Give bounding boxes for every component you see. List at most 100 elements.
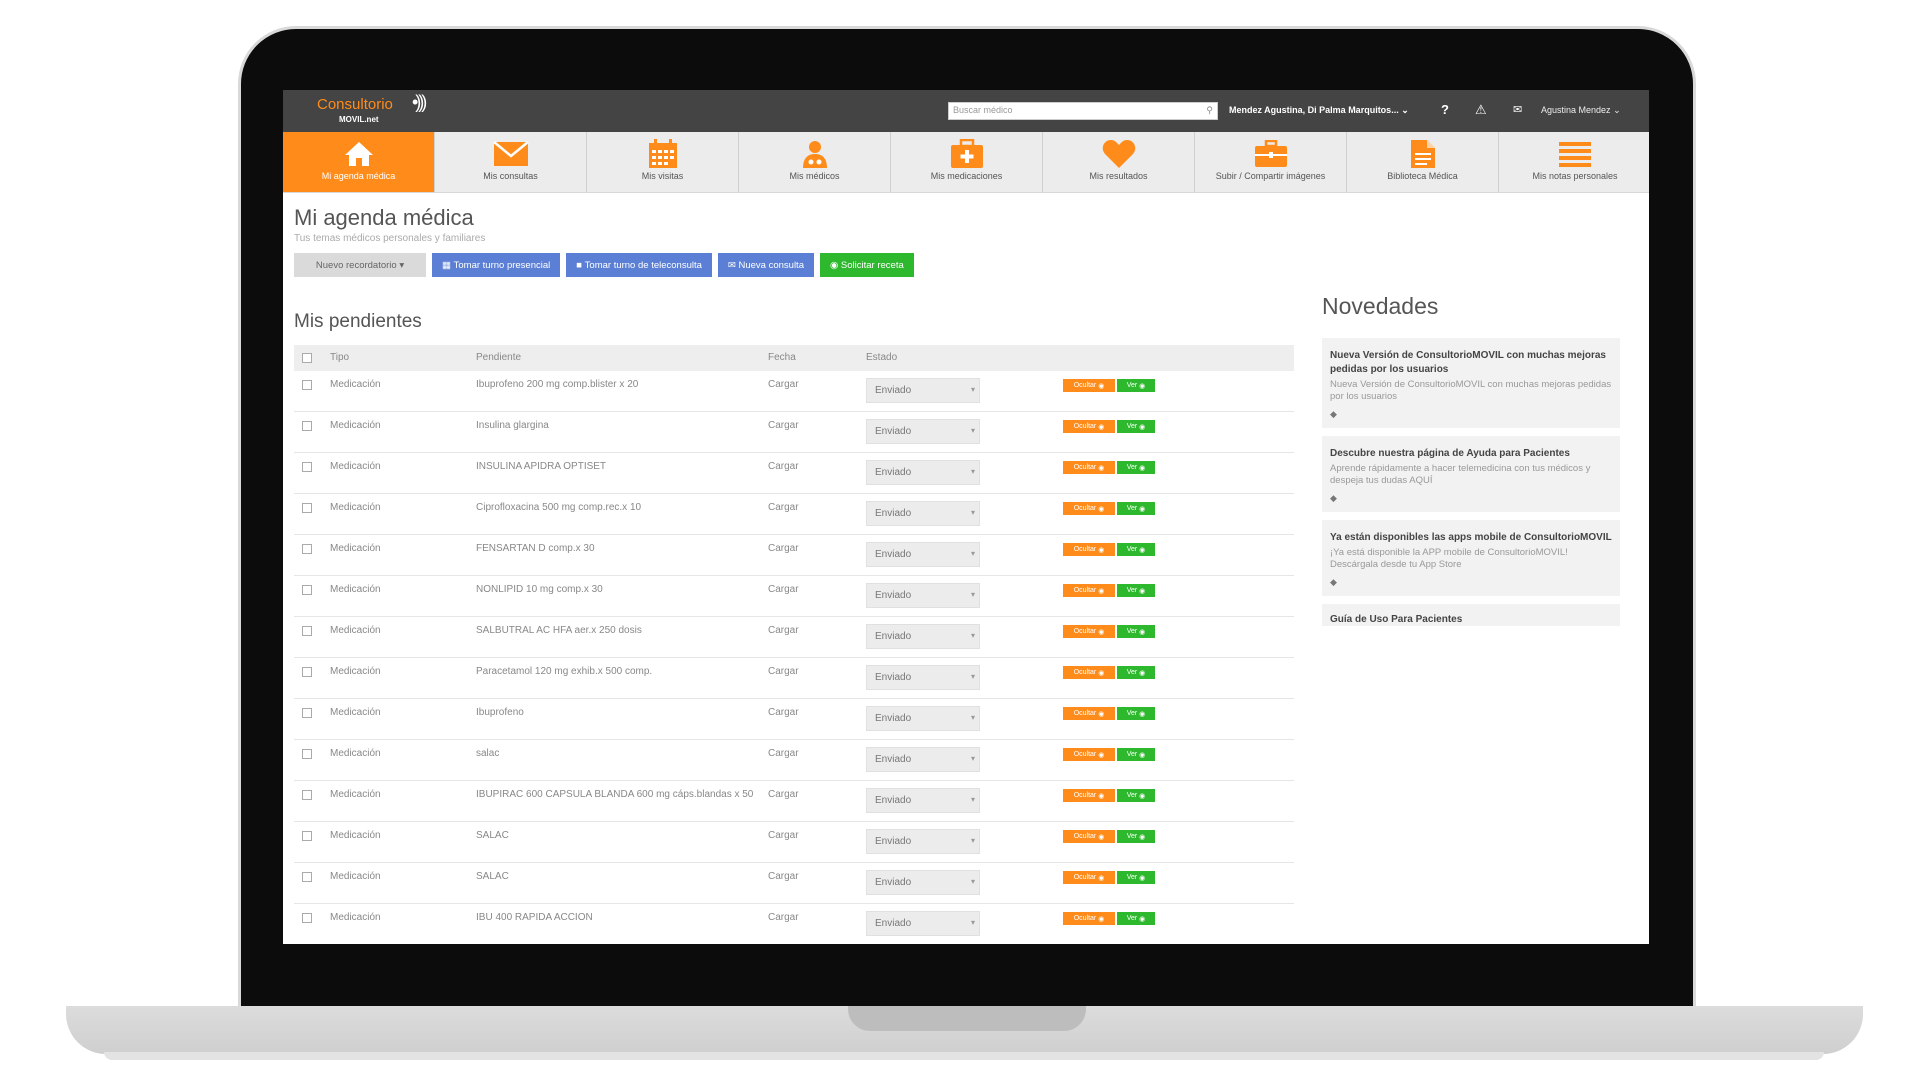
cell-fecha-link[interactable]: Cargar [768, 379, 799, 390]
cell-fecha-link[interactable]: Cargar [768, 707, 799, 718]
book-presencial-button[interactable]: ▦ Tomar turno presencial [432, 253, 561, 277]
cell-fecha-link[interactable]: Cargar [768, 666, 799, 677]
nav-item-visitas[interactable]: Mis visitas [587, 132, 739, 192]
hide-button[interactable]: Ocultar ◉ [1063, 789, 1115, 802]
view-button[interactable]: Ver ◉ [1117, 584, 1155, 597]
row-checkbox[interactable] [302, 626, 312, 636]
nav-item-imagenes[interactable]: Subir / Compartir imágenes [1195, 132, 1347, 192]
help-button[interactable]: ? [1441, 102, 1449, 117]
news-card[interactable]: Ya están disponibles las apps mobile de … [1322, 520, 1620, 596]
row-checkbox[interactable] [302, 749, 312, 759]
hide-button[interactable]: Ocultar ◉ [1063, 912, 1115, 925]
news-card-title[interactable]: Guía de Uso Para Pacientes [1330, 614, 1462, 625]
user-menu[interactable]: Agustina Mendez ⌄ [1541, 105, 1621, 116]
estado-select[interactable]: Enviado ▾ [866, 378, 980, 403]
news-card-title[interactable]: Descubre nuestra página de Ayuda para Pa… [1330, 447, 1612, 461]
view-button[interactable]: Ver ◉ [1117, 420, 1155, 433]
hide-button[interactable]: Ocultar ◉ [1063, 461, 1115, 474]
row-checkbox[interactable] [302, 503, 312, 513]
cell-fecha-link[interactable]: Cargar [768, 584, 799, 595]
estado-select[interactable]: Enviado ▾ [866, 665, 980, 690]
cell-fecha-link[interactable]: Cargar [768, 625, 799, 636]
search-input[interactable]: Buscar médico ⚲ [948, 102, 1218, 120]
estado-select[interactable]: Enviado ▾ [866, 501, 980, 526]
request-prescription-button[interactable]: ◉ Solicitar receta [819, 253, 914, 277]
cell-fecha-link[interactable]: Cargar [768, 543, 799, 554]
nav-item-agenda[interactable]: Mi agenda médica [283, 132, 435, 192]
estado-select[interactable]: Enviado ▾ [866, 870, 980, 895]
row-checkbox[interactable] [302, 831, 312, 841]
hide-button[interactable]: Ocultar ◉ [1063, 543, 1115, 556]
view-button[interactable]: Ver ◉ [1117, 748, 1155, 761]
view-button[interactable]: Ver ◉ [1117, 666, 1155, 679]
warning-icon[interactable]: ⚠ [1475, 102, 1487, 118]
logo[interactable]: Consultorio •))) MOVIL.net [317, 93, 427, 127]
nav-item-notas[interactable]: Mis notas personales [1499, 132, 1649, 192]
view-button[interactable]: Ver ◉ [1117, 707, 1155, 720]
row-checkbox[interactable] [302, 544, 312, 554]
view-button[interactable]: Ver ◉ [1117, 789, 1155, 802]
estado-select[interactable]: Enviado ▾ [866, 419, 980, 444]
estado-select[interactable]: Enviado ▾ [866, 829, 980, 854]
news-card[interactable]: Nueva Versión de ConsultorioMOVIL con mu… [1322, 338, 1620, 428]
book-teleconsulta-button[interactable]: ■ Tomar turno de teleconsulta [566, 253, 712, 277]
row-checkbox[interactable] [302, 421, 312, 431]
select-all-checkbox[interactable] [302, 353, 312, 363]
news-card-title[interactable]: Nueva Versión de ConsultorioMOVIL con mu… [1330, 349, 1612, 377]
hide-button[interactable]: Ocultar ◉ [1063, 379, 1115, 392]
nav-item-medicaciones[interactable]: Mis medicaciones [891, 132, 1043, 192]
hide-button[interactable]: Ocultar ◉ [1063, 666, 1115, 679]
estado-select[interactable]: Enviado ▾ [866, 460, 980, 485]
cell-fecha-link[interactable]: Cargar [768, 871, 799, 882]
view-button[interactable]: Ver ◉ [1117, 543, 1155, 556]
estado-select[interactable]: Enviado ▾ [866, 542, 980, 567]
hide-button[interactable]: Ocultar ◉ [1063, 584, 1115, 597]
row-checkbox[interactable] [302, 585, 312, 595]
search-icon[interactable]: ⚲ [1206, 105, 1213, 116]
new-reminder-button[interactable]: Nuevo recordatorio ▾ [294, 253, 426, 277]
hide-button[interactable]: Ocultar ◉ [1063, 707, 1115, 720]
user-group-dropdown[interactable]: Mendez Agustina, Di Palma Marquitos... ⌄ [1229, 105, 1409, 116]
row-checkbox[interactable] [302, 790, 312, 800]
view-button[interactable]: Ver ◉ [1117, 461, 1155, 474]
row-checkbox[interactable] [302, 380, 312, 390]
nav-item-biblioteca[interactable]: Biblioteca Médica [1347, 132, 1499, 192]
view-button[interactable]: Ver ◉ [1117, 871, 1155, 884]
cell-fecha-link[interactable]: Cargar [768, 502, 799, 513]
view-button[interactable]: Ver ◉ [1117, 625, 1155, 638]
row-checkbox[interactable] [302, 667, 312, 677]
hide-button[interactable]: Ocultar ◉ [1063, 748, 1115, 761]
cell-fecha-link[interactable]: Cargar [768, 830, 799, 841]
hide-button[interactable]: Ocultar ◉ [1063, 830, 1115, 843]
cell-fecha-link[interactable]: Cargar [768, 420, 799, 431]
nav-item-medicos[interactable]: Mis médicos [739, 132, 891, 192]
hide-button[interactable]: Ocultar ◉ [1063, 625, 1115, 638]
hide-button[interactable]: Ocultar ◉ [1063, 502, 1115, 515]
estado-select[interactable]: Enviado ▾ [866, 747, 980, 772]
view-button[interactable]: Ver ◉ [1117, 912, 1155, 925]
view-button[interactable]: Ver ◉ [1117, 379, 1155, 392]
mail-icon[interactable]: ✉ [1513, 103, 1522, 116]
row-checkbox[interactable] [302, 708, 312, 718]
estado-select[interactable]: Enviado ▾ [866, 624, 980, 649]
hide-button[interactable]: Ocultar ◉ [1063, 420, 1115, 433]
row-checkbox[interactable] [302, 462, 312, 472]
nav-item-resultados[interactable]: Mis resultados [1043, 132, 1195, 192]
hide-button[interactable]: Ocultar ◉ [1063, 871, 1115, 884]
estado-select[interactable]: Enviado ▾ [866, 911, 980, 936]
nav-item-consultas[interactable]: Mis consultas [435, 132, 587, 192]
estado-select[interactable]: Enviado ▾ [866, 706, 980, 731]
estado-select[interactable]: Enviado ▾ [866, 583, 980, 608]
cell-fecha-link[interactable]: Cargar [768, 789, 799, 800]
new-consulta-button[interactable]: ✉ Nueva consulta [717, 253, 814, 277]
view-button[interactable]: Ver ◉ [1117, 502, 1155, 515]
news-card-title[interactable]: Ya están disponibles las apps mobile de … [1330, 531, 1612, 545]
cell-fecha-link[interactable]: Cargar [768, 461, 799, 472]
view-button[interactable]: Ver ◉ [1117, 830, 1155, 843]
cell-fecha-link[interactable]: Cargar [768, 748, 799, 759]
news-card-partial[interactable]: Guía de Uso Para Pacientes [1322, 604, 1620, 626]
cell-fecha-link[interactable]: Cargar [768, 912, 799, 923]
news-card[interactable]: Descubre nuestra página de Ayuda para Pa… [1322, 436, 1620, 512]
estado-select[interactable]: Enviado ▾ [866, 788, 980, 813]
row-checkbox[interactable] [302, 913, 312, 923]
